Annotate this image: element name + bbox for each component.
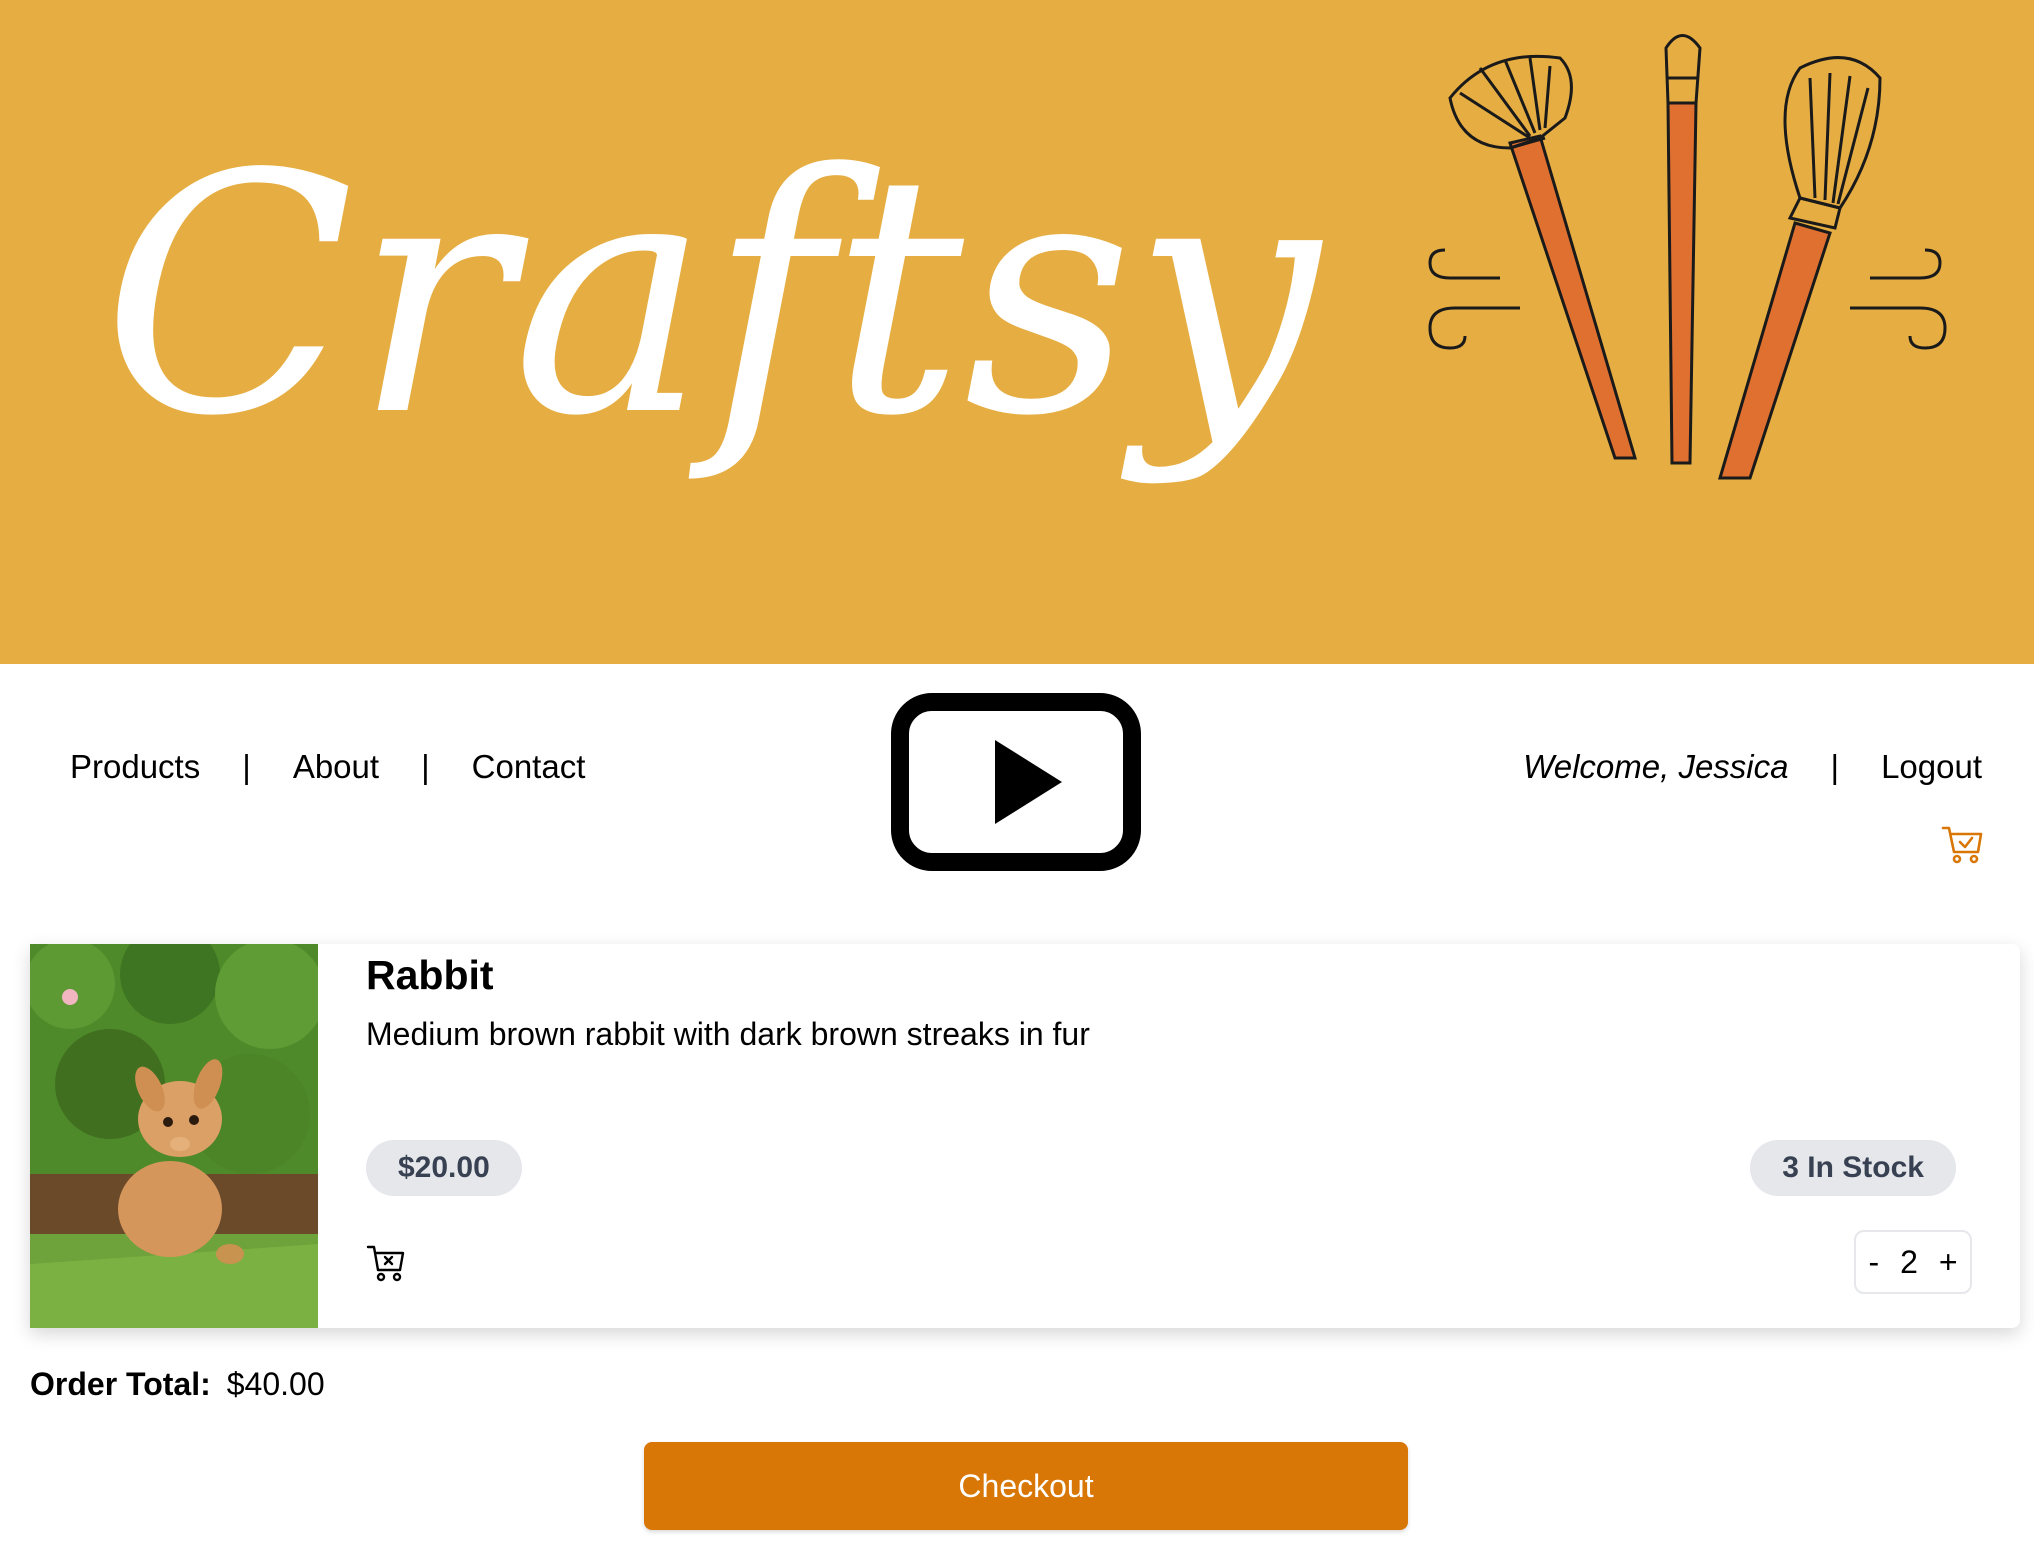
- nav-products[interactable]: Products: [70, 748, 200, 786]
- rabbit-photo: [30, 944, 318, 1328]
- price-badge: $20.00: [366, 1140, 522, 1196]
- welcome-message: Welcome, Jessica: [1523, 748, 1789, 785]
- main-nav: Products | About | Contact: [70, 748, 585, 786]
- increment-button[interactable]: +: [1935, 1244, 1962, 1281]
- nav-contact[interactable]: Contact: [472, 748, 586, 786]
- stock-badge: 3 In Stock: [1750, 1140, 1956, 1196]
- craftsy-logo: Craftsy: [92, 70, 1352, 570]
- nav-separator: |: [242, 748, 251, 785]
- cart-remove-icon[interactable]: [366, 1242, 406, 1284]
- nav-separator: |: [1830, 748, 1840, 785]
- decrement-button[interactable]: -: [1864, 1244, 1883, 1281]
- video-play-icon[interactable]: [890, 692, 1142, 872]
- order-total: Order Total: $40.00: [30, 1366, 325, 1403]
- nav-about[interactable]: About: [293, 748, 379, 786]
- quantity-value: 2: [1900, 1243, 1918, 1280]
- order-total-value: $40.00: [226, 1366, 325, 1402]
- header-banner: Craftsy: [0, 0, 2034, 664]
- user-nav: Welcome, Jessica | Logout: [1523, 748, 1982, 786]
- logout-link[interactable]: Logout: [1881, 748, 1982, 786]
- cart-check-icon[interactable]: [1940, 822, 1984, 866]
- cart-item-card: Rabbit Medium brown rabbit with dark bro…: [30, 944, 2020, 1328]
- craftsy-logo-wordmark: Craftsy: [102, 104, 1324, 488]
- product-description: Medium brown rabbit with dark brown stre…: [366, 1016, 1090, 1052]
- checkout-button[interactable]: Checkout: [644, 1442, 1408, 1530]
- quantity-stepper: - 2 +: [1854, 1230, 1972, 1294]
- logo-text: Craftsy: [102, 104, 1324, 488]
- product-image: [30, 944, 318, 1328]
- product-name: Rabbit: [366, 952, 494, 998]
- nav-separator: |: [421, 748, 430, 785]
- order-total-label: Order Total:: [30, 1366, 211, 1402]
- paint-brushes-icon: [1428, 34, 1947, 480]
